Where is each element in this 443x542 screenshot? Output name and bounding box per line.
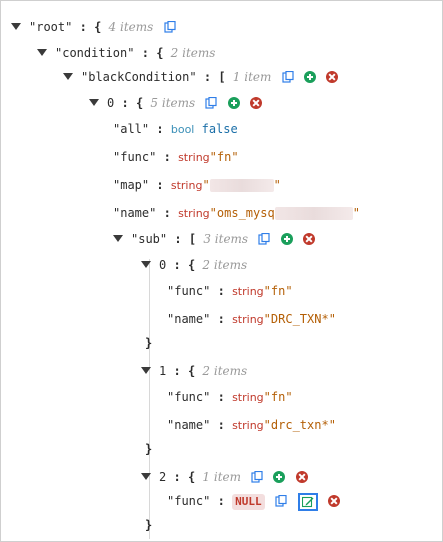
copy-icon[interactable] xyxy=(205,96,217,109)
edit-icon[interactable] xyxy=(298,492,319,511)
value[interactable]: "DRC_TXN*" xyxy=(264,312,336,326)
add-icon[interactable] xyxy=(227,96,240,109)
remove-icon[interactable] xyxy=(249,96,262,109)
field-name: "name" : string"DRC_TXN*" xyxy=(167,312,336,326)
item-count: 2 items xyxy=(170,46,216,60)
value[interactable]: "fn" xyxy=(264,390,293,404)
expand-triangle-icon[interactable] xyxy=(11,23,21,30)
json-viewer: "root" : { 4 items "condition" : { 2 ite… xyxy=(0,0,443,542)
null-value[interactable]: NULL xyxy=(232,494,265,510)
node-root: "root" : { 4 items xyxy=(11,17,176,37)
expand-triangle-icon[interactable] xyxy=(141,473,151,480)
key-label: "root" xyxy=(29,20,73,34)
close-brace: } xyxy=(145,336,153,350)
field-func: "func" : string"fn" xyxy=(167,284,293,298)
node-sub: "sub" : [ 3 items xyxy=(113,229,315,249)
redacted-value xyxy=(209,179,274,192)
item-count: 5 items xyxy=(150,96,196,110)
node-sub-1: 1 : { 2 items xyxy=(141,361,247,381)
field-name: "name" : string"drc_txn*" xyxy=(167,418,336,432)
copy-icon[interactable] xyxy=(251,470,263,483)
close-brace: } xyxy=(145,442,153,456)
add-icon[interactable] xyxy=(273,470,286,483)
item-count: 2 items xyxy=(202,258,248,272)
node-condition: "condition" : { 2 items xyxy=(37,43,215,63)
item-count: 4 items xyxy=(108,20,154,34)
add-icon[interactable] xyxy=(280,232,293,245)
copy-icon[interactable] xyxy=(258,232,270,245)
field-map: "map" : string" " xyxy=(113,178,281,192)
copy-icon[interactable] xyxy=(282,70,294,83)
indent-guide xyxy=(149,259,150,539)
field-all: "all" : bool false xyxy=(113,122,238,136)
value[interactable]: "drc_txn*" xyxy=(264,418,336,432)
copy-icon[interactable] xyxy=(275,494,287,507)
item-count: 3 items xyxy=(203,232,249,246)
expand-triangle-icon[interactable] xyxy=(37,49,47,56)
expand-triangle-icon[interactable] xyxy=(113,235,123,242)
type-label: string xyxy=(178,207,210,220)
node-item-0: 0 : { 5 items xyxy=(89,93,262,113)
node-blackCondition: "blackCondition" : [ 1 item xyxy=(63,67,339,87)
remove-icon[interactable] xyxy=(295,470,308,483)
field-func: "func" : string"fn" xyxy=(167,390,293,404)
item-count: 1 item xyxy=(232,70,272,84)
remove-icon[interactable] xyxy=(328,494,341,507)
expand-triangle-icon[interactable] xyxy=(89,99,99,106)
expand-triangle-icon[interactable] xyxy=(141,261,151,268)
field-func-null: "func" : NULL xyxy=(167,491,341,511)
copy-icon[interactable] xyxy=(163,20,176,33)
value[interactable]: "fn" xyxy=(210,150,239,164)
add-icon[interactable] xyxy=(303,70,316,83)
value[interactable]: false xyxy=(202,122,238,136)
type-label: string xyxy=(178,151,210,164)
expand-triangle-icon[interactable] xyxy=(141,367,151,374)
value[interactable]: " " xyxy=(202,178,281,192)
node-sub-0: 0 : { 2 items xyxy=(141,255,247,275)
value[interactable]: "oms_mysq " xyxy=(210,206,360,220)
field-name: "name" : string"oms_mysq " xyxy=(113,206,360,220)
close-brace: } xyxy=(145,518,153,532)
item-count: 1 item xyxy=(202,470,241,484)
remove-icon[interactable] xyxy=(326,70,339,83)
value[interactable]: "fn" xyxy=(264,284,293,298)
redacted-value xyxy=(274,207,353,220)
type-label: bool xyxy=(170,123,195,136)
item-count: 2 items xyxy=(202,364,248,378)
expand-triangle-icon[interactable] xyxy=(63,73,73,80)
node-sub-2: 2 : { 1 item xyxy=(141,467,308,487)
remove-icon[interactable] xyxy=(302,232,315,245)
field-func: "func" : string"fn" xyxy=(113,150,239,164)
